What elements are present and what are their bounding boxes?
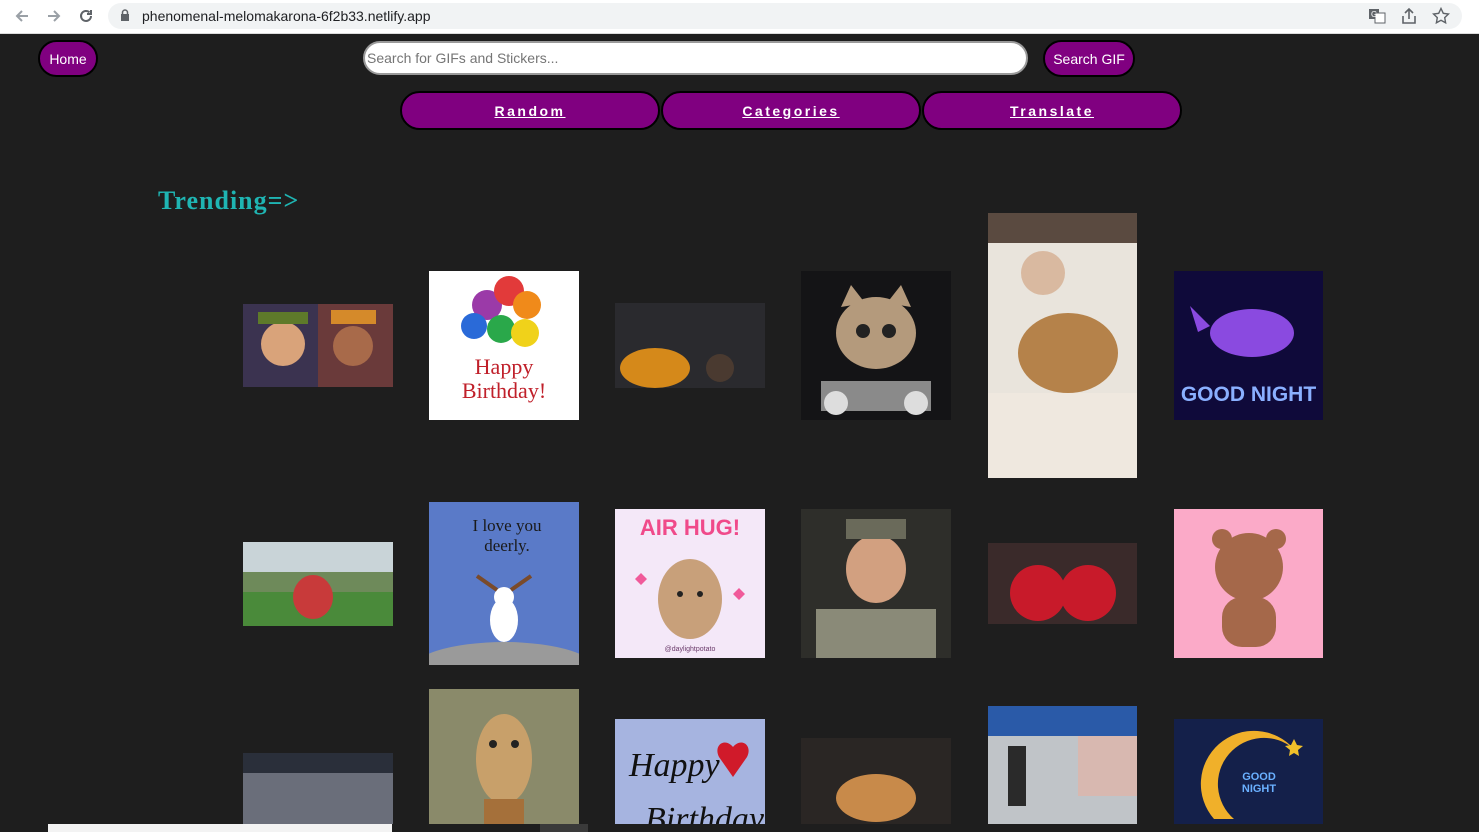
good-night-text: GOOD NIGHT xyxy=(1180,383,1317,406)
trending-title: Trending=> xyxy=(158,186,300,215)
gif-tile-cats-on-couch[interactable] xyxy=(801,738,951,824)
share-icon[interactable] xyxy=(1400,7,1418,30)
reload-icon[interactable] xyxy=(76,6,96,26)
gif-tile-air-hug-potato[interactable]: AIR HUG! @daylightpotato xyxy=(615,509,765,658)
search-gif-button[interactable]: Search GIF xyxy=(1043,40,1135,77)
gif-tile-child-with-dog[interactable] xyxy=(988,213,1137,478)
tab-categories[interactable]: Categories xyxy=(661,91,921,130)
potato-icon xyxy=(635,559,745,639)
browser-toolbar: phenomenal-melomakarona-6f2b33.netlify.a… xyxy=(0,0,1479,34)
gif-tile-cat-motorcycle[interactable] xyxy=(801,271,951,420)
gif-tile-sports-crowd[interactable] xyxy=(615,303,765,388)
heart-icon xyxy=(717,742,749,777)
lock-icon xyxy=(120,9,130,27)
gif-tile-hockey-celebration[interactable] xyxy=(988,543,1137,624)
search-input[interactable] xyxy=(363,41,1028,75)
gif-tile-good-night-whale[interactable]: GOOD NIGHT xyxy=(1174,271,1323,420)
gif-tile-animated-characters[interactable] xyxy=(243,304,393,387)
url-text: phenomenal-melomakarona-6f2b33.netlify.a… xyxy=(142,8,431,24)
gif-tile-mascot-dancing[interactable] xyxy=(243,542,393,626)
svg-text:G: G xyxy=(1371,10,1377,19)
gif-tile-good-night-moon[interactable]: GOOD NIGHT xyxy=(1174,719,1323,824)
gif-tile-giraffe[interactable] xyxy=(429,689,579,824)
address-bar[interactable]: phenomenal-melomakarona-6f2b33.netlify.a… xyxy=(108,3,1462,29)
gif-tile-happy-birthday-heart[interactable]: Happy Birthday xyxy=(615,719,765,824)
bookmark-star-icon[interactable] xyxy=(1431,6,1451,30)
gif-tile-i-love-you-deerly[interactable]: I love you deerly. xyxy=(429,502,579,665)
forward-icon[interactable] xyxy=(44,6,64,26)
scrollbar-thumb[interactable] xyxy=(540,824,588,832)
translate-icon[interactable]: G xyxy=(1368,7,1386,30)
gif-tile-street-scene[interactable] xyxy=(988,706,1137,824)
deer-icon xyxy=(429,574,579,665)
tab-random[interactable]: Random xyxy=(400,91,660,130)
birthday-text: Happy Birthday! xyxy=(461,354,547,403)
gif-tile-happy-birthday-balloons[interactable]: Happy Birthday! xyxy=(429,271,579,420)
tab-translate[interactable]: Translate xyxy=(922,91,1182,130)
page-content: Home Search GIF Random Categories Transl… xyxy=(0,34,1479,832)
home-button[interactable]: Home xyxy=(38,40,98,77)
back-icon[interactable] xyxy=(12,6,32,26)
download-bar xyxy=(48,824,392,832)
gif-tile-laughing-man[interactable] xyxy=(801,509,951,658)
gif-tile-shy-bear[interactable] xyxy=(1174,509,1323,658)
good-night-moon-text: GOOD NIGHT xyxy=(1241,771,1277,795)
gif-tile-stadium-crowd[interactable] xyxy=(243,753,393,824)
air-hug-credit: @daylightpotato xyxy=(664,646,716,653)
